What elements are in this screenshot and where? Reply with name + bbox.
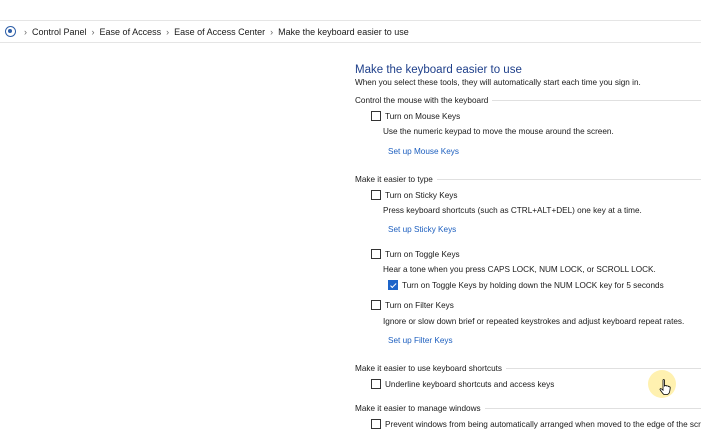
mouse-keys-description: Use the numeric keypad to move the mouse… [383, 127, 614, 136]
toggle-keys-label[interactable]: Turn on Toggle Keys [385, 250, 460, 259]
chevron-right-icon[interactable]: › [270, 27, 273, 37]
section-heading-windows: Make it easier to manage windows [355, 404, 701, 413]
filter-keys-label[interactable]: Turn on Filter Keys [385, 301, 454, 310]
page-subtitle: When you select these tools, they will a… [355, 78, 641, 87]
section-heading-typing-label: Make it easier to type [355, 175, 433, 184]
prevent-arrange-checkbox[interactable] [371, 419, 381, 429]
sticky-keys-checkbox[interactable] [371, 190, 381, 200]
sticky-keys-label[interactable]: Turn on Sticky Keys [385, 191, 458, 200]
breadcrumb-control-panel[interactable]: Control Panel [32, 27, 87, 37]
underline-shortcuts-checkbox[interactable] [371, 379, 381, 389]
set-up-sticky-keys-link[interactable]: Set up Sticky Keys [388, 225, 456, 234]
mouse-keys-label[interactable]: Turn on Mouse Keys [385, 112, 460, 121]
section-heading-shortcuts: Make it easier to use keyboard shortcuts [355, 364, 701, 373]
underline-shortcuts-checkbox-row[interactable]: Underline keyboard shortcuts and access … [371, 379, 554, 389]
chevron-right-icon[interactable]: › [24, 27, 27, 37]
set-up-filter-keys-link[interactable]: Set up Filter Keys [388, 336, 453, 345]
sticky-keys-checkbox-row[interactable]: Turn on Sticky Keys [371, 190, 458, 200]
filter-keys-checkbox-row[interactable]: Turn on Filter Keys [371, 300, 454, 310]
section-heading-mouse-label: Control the mouse with the keyboard [355, 96, 489, 105]
control-panel-icon[interactable] [5, 26, 16, 37]
toggle-keys-checkbox[interactable] [371, 249, 381, 259]
toggle-keys-hold-label[interactable]: Turn on Toggle Keys by holding down the … [402, 281, 664, 290]
section-heading-mouse: Control the mouse with the keyboard [355, 96, 701, 105]
sticky-keys-description: Press keyboard shortcuts (such as CTRL+A… [383, 206, 642, 215]
breadcrumb-ease-of-access[interactable]: Ease of Access [100, 27, 162, 37]
section-heading-shortcuts-label: Make it easier to use keyboard shortcuts [355, 364, 502, 373]
breadcrumb-ease-of-access-center[interactable]: Ease of Access Center [174, 27, 265, 37]
toggle-keys-hold-checkbox[interactable] [388, 280, 398, 290]
mouse-keys-checkbox-row[interactable]: Turn on Mouse Keys [371, 111, 460, 121]
chevron-right-icon[interactable]: › [92, 27, 95, 37]
section-divider [484, 408, 701, 409]
hand-cursor-icon [659, 379, 671, 395]
chevron-right-icon[interactable]: › [166, 27, 169, 37]
toggle-keys-hold-checkbox-row[interactable]: Turn on Toggle Keys by holding down the … [388, 280, 664, 290]
section-divider [436, 179, 701, 180]
toggle-keys-description: Hear a tone when you press CAPS LOCK, NU… [383, 265, 656, 274]
section-heading-typing: Make it easier to type [355, 175, 701, 184]
page-title: Make the keyboard easier to use [355, 64, 522, 76]
section-divider [492, 100, 701, 101]
underline-shortcuts-label[interactable]: Underline keyboard shortcuts and access … [385, 380, 554, 389]
toggle-keys-checkbox-row[interactable]: Turn on Toggle Keys [371, 249, 460, 259]
filter-keys-checkbox[interactable] [371, 300, 381, 310]
section-heading-windows-label: Make it easier to manage windows [355, 404, 481, 413]
section-divider [506, 368, 701, 369]
mouse-keys-checkbox[interactable] [371, 111, 381, 121]
prevent-arrange-checkbox-row[interactable]: Prevent windows from being automatically… [371, 419, 701, 429]
prevent-arrange-label[interactable]: Prevent windows from being automatically… [385, 420, 701, 429]
set-up-mouse-keys-link[interactable]: Set up Mouse Keys [388, 147, 459, 156]
filter-keys-description: Ignore or slow down brief or repeated ke… [383, 317, 685, 326]
